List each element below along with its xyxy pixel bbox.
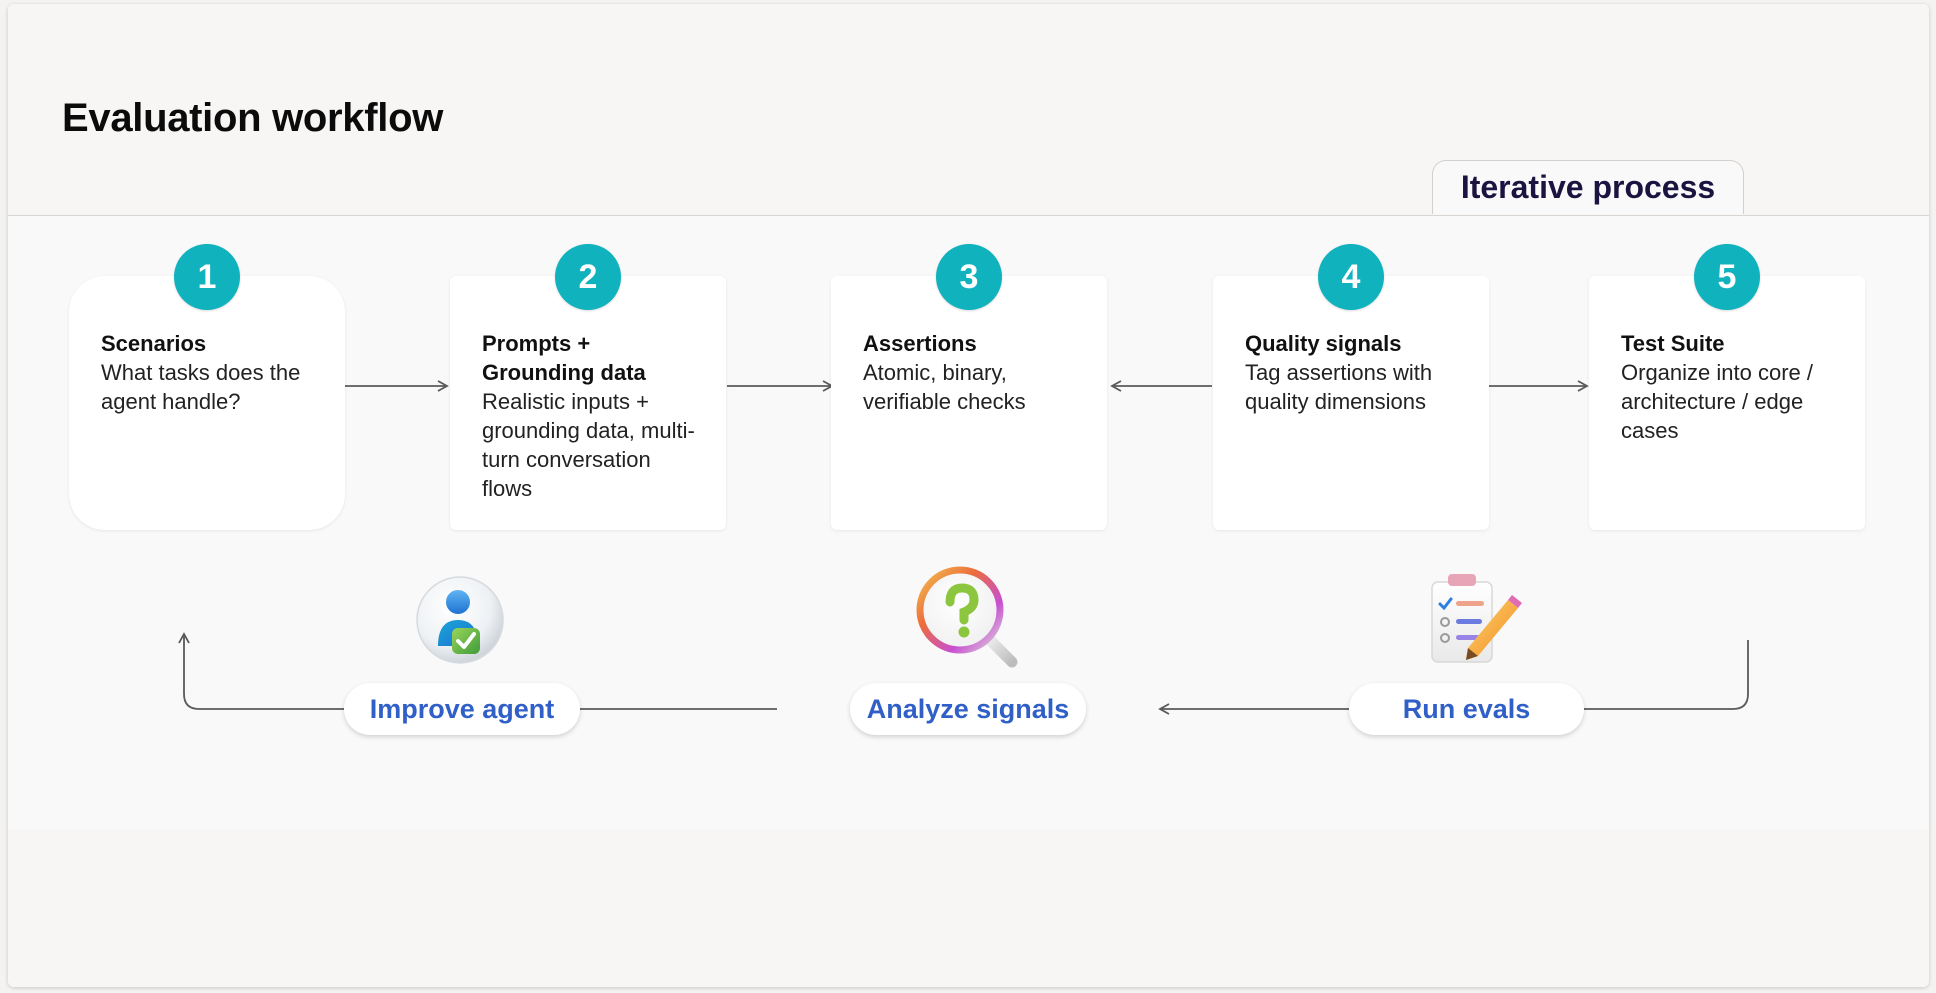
step-description: What tasks does the agent handle?	[101, 360, 301, 414]
step-card-quality-signals: Quality signals Tag assertions with qual…	[1213, 276, 1489, 530]
step-number-badge: 2	[555, 244, 621, 310]
run-evals-label: Run evals	[1349, 683, 1584, 735]
step-description: Atomic, binary, verifiable checks	[863, 360, 1026, 414]
canvas: Evaluation workflow Iterative process Sc…	[0, 0, 1936, 993]
step-number-badge: 4	[1318, 244, 1384, 310]
step-title: Scenarios	[101, 331, 207, 356]
checklist-pencil-icon	[1431, 574, 1522, 663]
step-title: Assertions	[863, 331, 977, 356]
step-description: Realistic inputs + grounding data, multi…	[482, 389, 695, 501]
step-description: Tag assertions with quality dimensions	[1245, 360, 1433, 414]
step-title: Prompts + Grounding data	[482, 331, 646, 385]
step-number-badge: 1	[174, 244, 240, 310]
step-title: Test Suite	[1621, 331, 1725, 356]
analyze-signals-label: Analyze signals	[850, 683, 1086, 735]
step-description: Organize into core / architecture / edge…	[1621, 360, 1813, 443]
step-card-assertions: Assertions Atomic, binary, verifiable ch…	[831, 276, 1107, 530]
step-card-scenarios: Scenarios What tasks does the agent hand…	[69, 276, 345, 530]
step-number-badge: 3	[936, 244, 1002, 310]
step-card-prompts: Prompts + Grounding data Realistic input…	[450, 276, 726, 530]
step-title: Quality signals	[1245, 331, 1402, 356]
step-number-badge: 5	[1694, 244, 1760, 310]
loop-from-suite-to-run-evals	[1584, 640, 1749, 710]
person-checkmark-icon	[416, 576, 504, 664]
improve-agent-label: Improve agent	[344, 683, 580, 735]
loop-improve-to-scenarios	[178, 632, 344, 710]
magnifier-question-icon	[916, 566, 1018, 668]
step-card-test-suite: Test Suite Organize into core / architec…	[1589, 276, 1865, 530]
